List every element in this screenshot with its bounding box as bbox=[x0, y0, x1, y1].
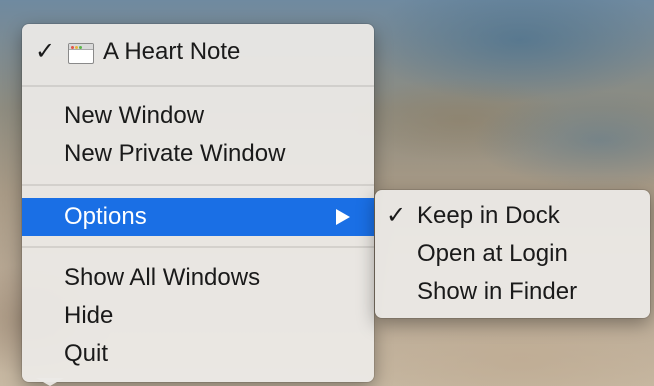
options-submenu: ✓ Keep in Dock Open at Login Show in Fin… bbox=[375, 190, 650, 318]
menu-item-options[interactable]: Options bbox=[22, 198, 374, 236]
submenu-item-open-at-login[interactable]: Open at Login bbox=[375, 235, 650, 273]
submenu-arrow-icon bbox=[336, 209, 350, 225]
menu-item-hide[interactable]: Hide bbox=[22, 297, 374, 335]
dock-context-menu: ✓ A Heart Note New Window New Private Wi… bbox=[22, 24, 374, 382]
new-private-window-label: New Private Window bbox=[64, 140, 286, 167]
checkmark-icon: ✓ bbox=[385, 202, 407, 229]
submenu-item-keep-in-dock[interactable]: ✓ Keep in Dock bbox=[375, 197, 650, 235]
submenu-item-show-in-finder[interactable]: Show in Finder bbox=[375, 273, 650, 311]
menu-item-new-window[interactable]: New Window bbox=[22, 97, 374, 135]
menu-separator bbox=[22, 85, 374, 87]
options-label: Options bbox=[64, 203, 147, 230]
menu-item-new-private-window[interactable]: New Private Window bbox=[22, 135, 374, 173]
show-in-finder-label: Show in Finder bbox=[417, 278, 578, 305]
menu-separator bbox=[22, 246, 374, 248]
quit-label: Quit bbox=[64, 340, 109, 367]
keep-in-dock-label: Keep in Dock bbox=[417, 202, 560, 229]
menu-item-show-all-windows[interactable]: Show All Windows bbox=[22, 259, 374, 297]
menu-pointer-tail bbox=[36, 378, 64, 386]
menu-item-window-a-heart-note[interactable]: ✓ A Heart Note bbox=[22, 33, 374, 71]
show-all-windows-label: Show All Windows bbox=[64, 264, 261, 291]
window-item-label: A Heart Note bbox=[103, 38, 241, 65]
window-icon bbox=[68, 43, 94, 64]
new-window-label: New Window bbox=[64, 102, 205, 129]
hide-label: Hide bbox=[64, 302, 114, 329]
menu-separator bbox=[22, 184, 374, 186]
open-at-login-label: Open at Login bbox=[417, 240, 568, 267]
checkmark-icon: ✓ bbox=[34, 38, 56, 65]
menu-item-quit[interactable]: Quit bbox=[22, 335, 374, 373]
